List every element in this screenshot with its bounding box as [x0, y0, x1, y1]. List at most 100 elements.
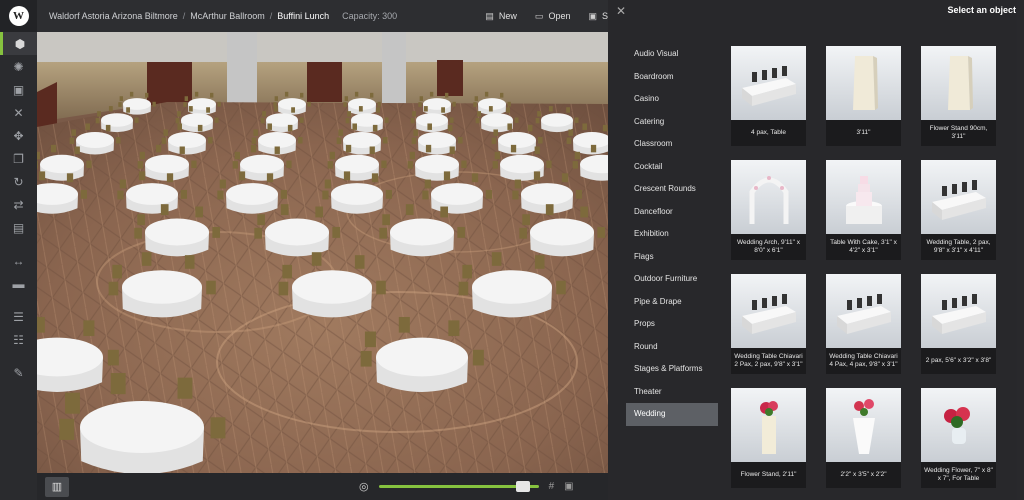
chair — [462, 264, 472, 279]
chair — [327, 161, 333, 169]
chair — [329, 151, 335, 160]
chair — [474, 96, 478, 101]
trash-tool[interactable]: ▤ — [0, 216, 37, 239]
category-casino[interactable]: Casino — [626, 88, 718, 111]
chair — [287, 124, 293, 132]
chair — [217, 190, 224, 200]
save-button[interactable]: ▣ S — [588, 11, 608, 22]
category-crescent-rounds[interactable]: Crescent Rounds — [626, 178, 718, 201]
breadcrumb-event[interactable]: Buffini Lunch — [277, 11, 329, 21]
object-card[interactable]: Wedding Flower, 7" x 8" x 7", For Table — [921, 388, 996, 488]
object-tool[interactable]: ⬢ — [0, 32, 37, 55]
distribute-tool[interactable]: ☷ — [0, 328, 37, 351]
app-logo[interactable]: W — [0, 0, 37, 32]
chair — [534, 255, 545, 269]
object-card[interactable]: 2 pax, 5'6" x 3'2" x 3'8" — [921, 274, 996, 374]
duplicate-tool[interactable]: ❐ — [0, 147, 37, 170]
chair — [500, 92, 504, 98]
chair — [38, 171, 46, 181]
grid-icon[interactable]: # — [549, 481, 555, 492]
chair — [161, 137, 167, 144]
map-view-button[interactable]: ▥ — [45, 476, 69, 497]
category-stages-platforms[interactable]: Stages & Platforms — [626, 358, 718, 381]
chair — [458, 281, 469, 296]
zoom-slider-thumb[interactable] — [515, 481, 530, 492]
breadcrumb-room[interactable]: McArthur Ballroom — [190, 11, 265, 21]
category-catering[interactable]: Catering — [626, 111, 718, 134]
edit-icon: ✎ — [13, 365, 24, 380]
chair — [260, 117, 265, 124]
chair — [488, 106, 493, 112]
category-dancefloor[interactable]: Dancefloor — [626, 201, 718, 224]
chair — [364, 331, 376, 348]
chair — [377, 101, 381, 107]
measure-tool[interactable]: ↔ — [0, 249, 37, 272]
object-card[interactable]: Wedding Table Chiavari 2 Pax, 2 pax, 9'8… — [731, 274, 806, 374]
chair — [286, 160, 292, 169]
object-card[interactable]: 2'2" x 3'5" x 2'2" — [826, 388, 901, 488]
chair — [461, 160, 467, 169]
chair — [80, 189, 87, 199]
move-tool[interactable]: ✥ — [0, 124, 37, 147]
ballroom-scene[interactable] — [37, 32, 608, 473]
object-card[interactable]: Wedding Table Chiavari 4 Pax, 4 pax, 9'8… — [826, 274, 901, 374]
category-theater[interactable]: Theater — [626, 381, 718, 404]
chair — [491, 252, 502, 266]
swap-tool[interactable]: ⇄ — [0, 193, 37, 216]
new-button[interactable]: ▤ New — [485, 11, 517, 22]
chair — [266, 173, 274, 183]
chair — [134, 117, 139, 123]
category-audio-visual[interactable]: Audio Visual — [626, 43, 718, 66]
chair — [572, 161, 578, 169]
chair — [210, 417, 226, 439]
chair — [371, 173, 379, 183]
chair — [354, 91, 359, 97]
chair — [280, 189, 287, 199]
category-exhibition[interactable]: Exhibition — [626, 223, 718, 246]
category-flags[interactable]: Flags — [626, 246, 718, 269]
edit-tool[interactable]: ✎ — [0, 361, 37, 384]
align-tool[interactable]: ☰ — [0, 305, 37, 328]
ruler-tool[interactable]: ▬ — [0, 272, 37, 295]
object-label: 4 pax, Table — [731, 120, 806, 146]
chair — [188, 106, 193, 112]
chair — [369, 146, 375, 154]
select-tool[interactable]: ▣ — [0, 78, 37, 101]
object-card[interactable]: 3'11" — [826, 46, 901, 146]
category-pipe-drape[interactable]: Pipe & Drape — [626, 291, 718, 314]
chair — [425, 144, 432, 153]
object-card[interactable]: Wedding Table, 2 pax, 9'8" x 3'1" x 4'11… — [921, 160, 996, 260]
target-icon[interactable]: ◎ — [359, 480, 369, 493]
chair — [108, 281, 119, 296]
object-card[interactable]: Wedding Arch, 9'11" x 8'0" x 6'1" — [731, 160, 806, 260]
camera-icon[interactable]: ▣ — [564, 481, 573, 492]
category-outdoor-furniture[interactable]: Outdoor Furniture — [626, 268, 718, 291]
object-card[interactable]: Flower Stand 90cm, 3'11" — [921, 46, 996, 146]
chair — [548, 106, 553, 112]
category-boardroom[interactable]: Boardroom — [626, 66, 718, 89]
chair — [493, 129, 498, 136]
category-round[interactable]: Round — [626, 336, 718, 359]
delete-tool[interactable]: ✕ — [0, 101, 37, 124]
category-props[interactable]: Props — [626, 313, 718, 336]
chair — [273, 106, 278, 112]
light-tool[interactable]: ✺ — [0, 55, 37, 78]
category-classroom[interactable]: Classroom — [626, 133, 718, 156]
chair — [257, 214, 265, 226]
category-wedding[interactable]: Wedding — [626, 403, 718, 426]
object-card[interactable]: Table With Cake, 3'1" x 4'2" x 3'1" — [826, 160, 901, 260]
close-icon[interactable]: ✕ — [616, 4, 626, 18]
door — [437, 60, 463, 96]
chair — [452, 101, 456, 107]
breadcrumb-venue[interactable]: Waldorf Astoria Arizona Biltmore — [49, 11, 178, 21]
arch-icon — [731, 160, 806, 234]
chair — [506, 107, 511, 113]
chair — [556, 280, 566, 295]
category-cocktail[interactable]: Cocktail — [626, 156, 718, 179]
object-card[interactable]: 4 pax, Table — [731, 46, 806, 146]
open-button[interactable]: ▭ Open — [535, 11, 571, 22]
rotate-tool[interactable]: ↻ — [0, 170, 37, 193]
zoom-slider[interactable] — [378, 481, 539, 492]
3d-viewport[interactable] — [37, 32, 608, 473]
object-card[interactable]: Flower Stand, 2'11" — [731, 388, 806, 488]
